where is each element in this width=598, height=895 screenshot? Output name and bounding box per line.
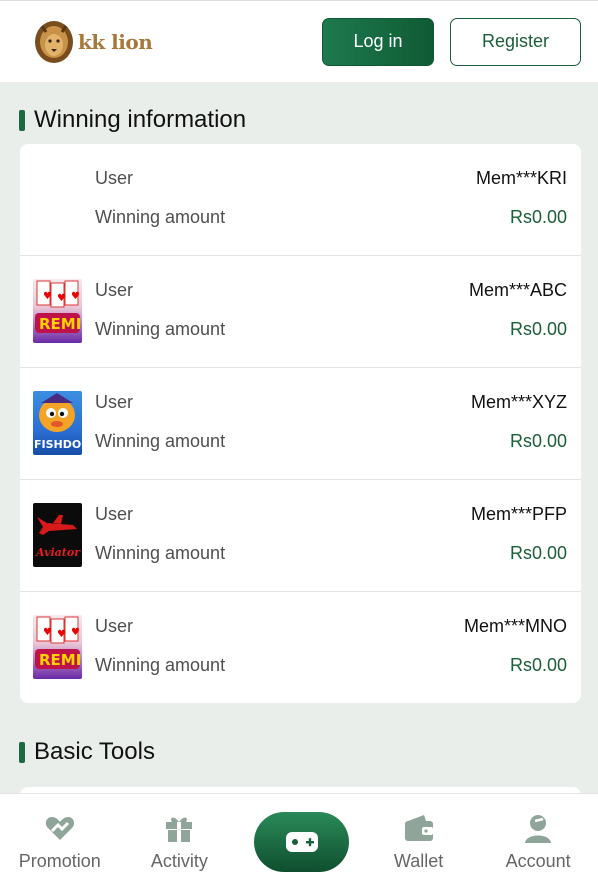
user-label: User (95, 616, 134, 636)
bottom-nav: Promotion Activity Wallet Account (0, 793, 598, 895)
amount-value: Rs0.00 (509, 655, 567, 675)
heart-hand-icon (45, 817, 74, 840)
fishdom-game-thumbnail: FISHDOM (33, 391, 82, 455)
nav-label-promotion: Promotion (18, 851, 101, 871)
amount-label: Winning amount (95, 319, 226, 339)
user-label: User (95, 392, 134, 412)
remi-game-thumbnail: ♥ ♥ ♥ REMI (33, 615, 82, 679)
amount-value: Rs0.00 (509, 431, 567, 451)
nav-label-wallet: Wallet (393, 851, 444, 871)
svg-text:♥: ♥ (43, 627, 52, 638)
tools-title-text: Basic Tools (34, 738, 155, 765)
page: kk lion Log in Register Winning informat… (0, 0, 598, 895)
nav-item-account[interactable]: Account (478, 794, 598, 895)
section-accent-bar (19, 109, 25, 131)
remi-game-thumbnail: ♥ ♥ ♥ REMI (33, 279, 82, 343)
svg-text:♥: ♥ (43, 291, 52, 302)
nav-label-activity: Activity (150, 851, 208, 871)
aviator-game-thumbnail: Aviator (33, 503, 82, 567)
gamepad-icon (285, 832, 318, 852)
winning-row: Aviator User Mem***PFP Winning amount Rs… (20, 480, 581, 592)
svg-text:REMI: REMI (39, 315, 81, 333)
logo[interactable]: kk lion (34, 20, 153, 64)
lion-logo-icon (35, 20, 73, 63)
user-value: Mem***KRI (475, 168, 567, 188)
winning-section-title: Winning information (19, 106, 246, 134)
amount-value: Rs0.00 (509, 319, 567, 339)
amount-label: Winning amount (95, 207, 226, 227)
winning-list: User Mem***KRI Winning amount Rs0.00 ♥ ♥… (20, 144, 581, 703)
user-value: Mem***ABC (468, 280, 567, 300)
svg-text:♥: ♥ (57, 293, 66, 304)
user-label: User (95, 168, 134, 188)
login-button[interactable]: Log in (322, 17, 434, 66)
logo-text: kk lion (78, 29, 153, 54)
gift-icon (166, 817, 193, 842)
svg-text:Aviator: Aviator (35, 546, 81, 559)
winning-row: ♥ ♥ ♥ REMI User Mem***ABC Winning amount… (20, 256, 581, 368)
header: kk lion Log in Register (0, 0, 598, 82)
svg-text:♥: ♥ (71, 627, 80, 638)
user-label: User (95, 280, 134, 300)
amount-value: Rs0.00 (509, 207, 567, 227)
amount-label: Winning amount (95, 543, 226, 563)
svg-text:♥: ♥ (57, 629, 66, 640)
user-label: User (95, 504, 134, 524)
section-accent-bar (19, 741, 25, 763)
header-actions: Log in Register (322, 17, 581, 66)
user-value: Mem***PFP (470, 504, 567, 524)
nav-item-wallet[interactable]: Wallet (359, 794, 479, 895)
nav-label-account: Account (505, 851, 571, 871)
nav-item-promotion[interactable]: Promotion (0, 794, 120, 895)
amount-label: Winning amount (95, 431, 226, 451)
svg-text:♥: ♥ (71, 291, 80, 302)
wallet-icon (404, 815, 433, 841)
winning-row: FISHDOM User Mem***XYZ Winning amount Rs… (20, 368, 581, 480)
nav-item-activity[interactable]: Activity (120, 794, 240, 895)
svg-text:REMI: REMI (39, 651, 81, 669)
winning-title-text: Winning information (34, 106, 247, 133)
user-icon (525, 815, 552, 843)
register-button[interactable]: Register (450, 17, 581, 66)
winning-row: ♥ ♥ ♥ REMI User Mem***MNO Winning amount… (20, 592, 581, 703)
amount-value: Rs0.00 (509, 543, 567, 563)
games-center-button[interactable] (254, 812, 349, 872)
svg-text:FISHDOM: FISHDOM (34, 438, 82, 451)
user-value: Mem***MNO (463, 616, 567, 636)
winning-row: User Mem***KRI Winning amount Rs0.00 (20, 144, 581, 256)
amount-label: Winning amount (95, 655, 226, 675)
tools-section-title: Basic Tools (19, 738, 155, 766)
user-value: Mem***XYZ (470, 392, 567, 412)
